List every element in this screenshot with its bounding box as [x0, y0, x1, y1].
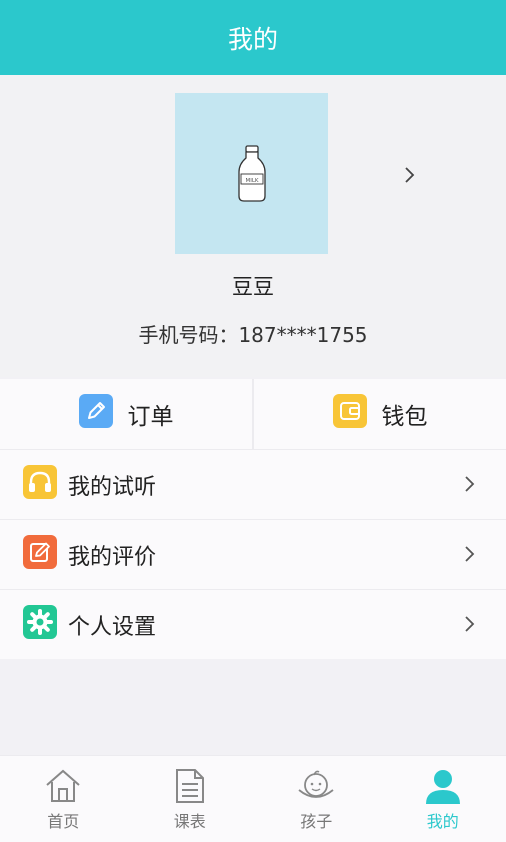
menu-item-label: 个人设置	[68, 609, 156, 641]
orders-button[interactable]: 订单	[0, 379, 252, 449]
pencil-icon	[79, 394, 113, 434]
tab-schedule[interactable]: 课表	[127, 756, 254, 842]
home-icon	[44, 768, 82, 804]
page-title: 我的	[228, 20, 278, 56]
gear-icon	[23, 605, 57, 645]
profile-section[interactable]: MILK 豆豆 手机号码：187****1755	[0, 75, 506, 377]
tab-label: 首页	[47, 808, 79, 832]
edit-icon	[23, 535, 57, 575]
tab-home[interactable]: 首页	[0, 756, 127, 842]
menu-item-label: 我的评价	[68, 539, 156, 571]
headphones-icon	[23, 465, 57, 505]
tab-label: 课表	[174, 808, 206, 832]
avatar[interactable]: MILK	[175, 93, 328, 254]
tab-children[interactable]: 孩子	[253, 756, 380, 842]
menu-list: 我的试听 我的评价	[0, 449, 506, 659]
chevron-right-icon[interactable]	[400, 165, 420, 185]
tab-label: 我的	[427, 808, 459, 832]
wallet-icon	[333, 394, 367, 434]
menu-item-label: 我的试听	[68, 469, 156, 501]
user-nickname: 豆豆	[0, 271, 506, 301]
chevron-right-icon	[464, 475, 476, 493]
user-phone: 手机号码：187****1755	[0, 319, 506, 348]
tab-label: 孩子	[300, 808, 332, 832]
milk-bottle-icon: MILK	[237, 144, 267, 204]
orders-label: 订单	[128, 397, 174, 431]
menu-item-trial[interactable]: 我的试听	[0, 449, 506, 519]
svg-text:MILK: MILK	[245, 178, 258, 184]
tab-mine[interactable]: 我的	[380, 756, 506, 842]
document-icon	[175, 768, 205, 804]
menu-item-reviews[interactable]: 我的评价	[0, 519, 506, 589]
wallet-label: 钱包	[382, 397, 428, 431]
chevron-right-icon	[464, 615, 476, 633]
wallet-button[interactable]: 钱包	[254, 379, 506, 449]
child-icon	[297, 768, 335, 804]
chevron-right-icon	[464, 545, 476, 563]
person-icon	[424, 768, 462, 804]
menu-item-settings[interactable]: 个人设置	[0, 589, 506, 659]
header-bar: 我的	[0, 0, 506, 75]
bottom-tab-bar: 首页 课表 孩子 我的	[0, 755, 506, 842]
quick-actions: 订单 钱包	[0, 379, 506, 449]
